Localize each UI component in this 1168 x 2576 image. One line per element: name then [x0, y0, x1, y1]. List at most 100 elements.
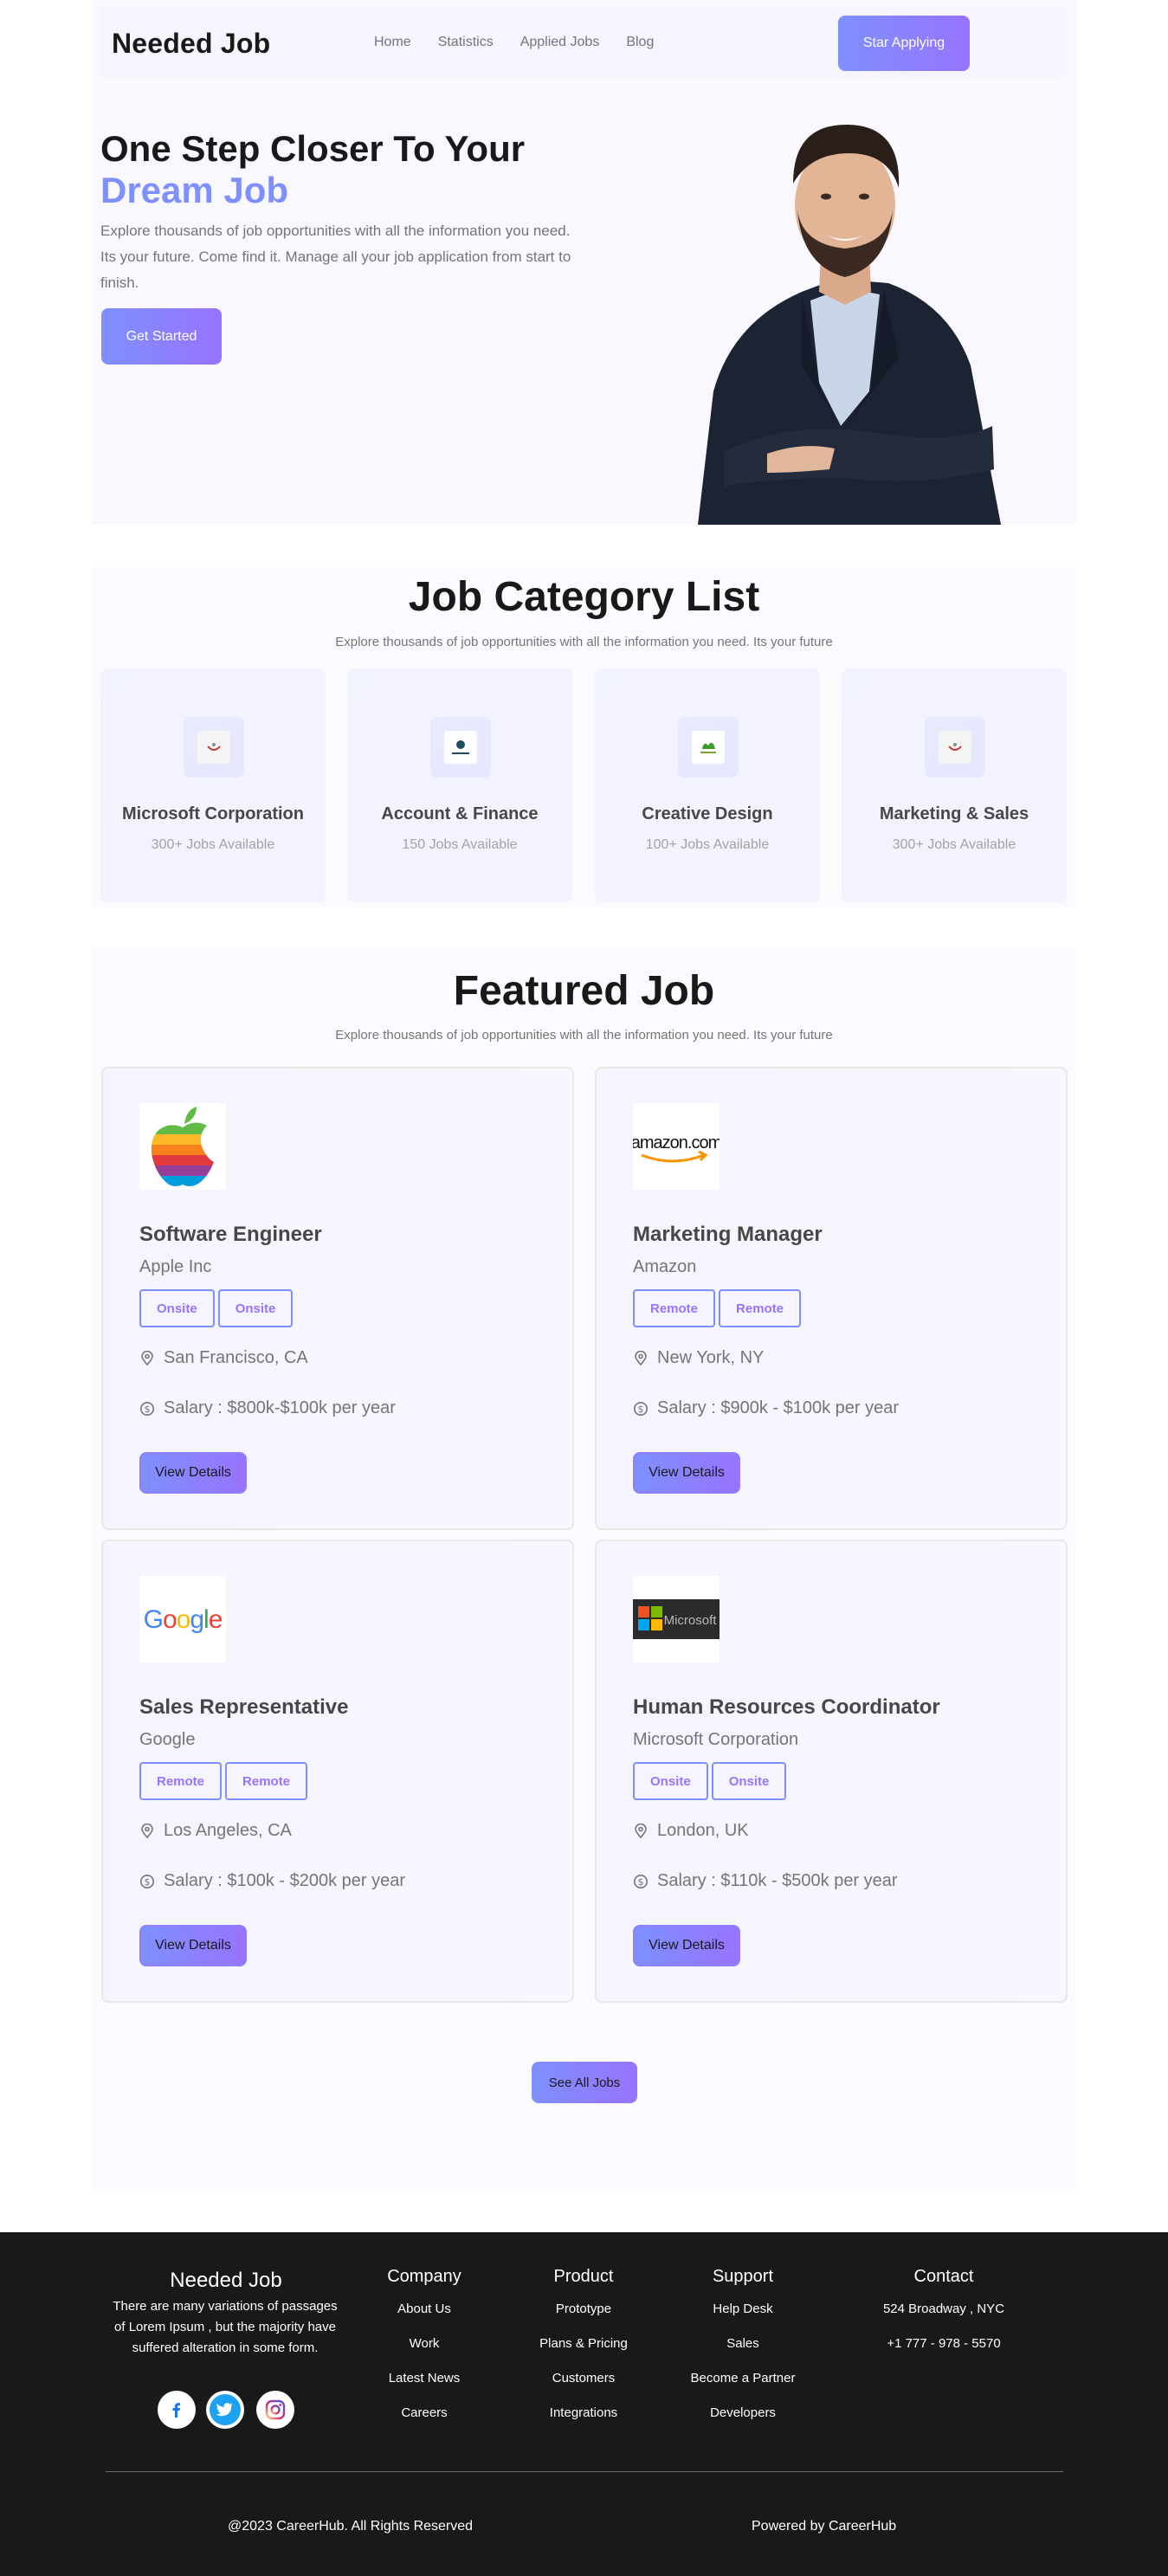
category-card[interactable]: Creative Design 100+ Jobs Available	[595, 668, 820, 902]
footer-link-become-partner[interactable]: Become a Partner	[674, 2361, 812, 2396]
job-tag: Remote	[225, 1762, 308, 1800]
footer-link-customers[interactable]: Customers	[523, 2361, 644, 2396]
job-location: San Francisco, CA	[139, 1348, 308, 1368]
footer-link-developers[interactable]: Developers	[674, 2396, 812, 2431]
job-title: Marketing Manager	[633, 1223, 823, 1246]
nav-statistics[interactable]: Statistics	[438, 35, 494, 50]
job-card: Microsoft Human Resources Coordinator Mi…	[595, 1540, 1068, 2003]
job-tag: Remote	[719, 1289, 802, 1327]
footer-link-about-us[interactable]: About Us	[381, 2292, 468, 2327]
job-salary: $ Salary : $800k-$100k per year	[139, 1398, 396, 1418]
job-salary-text: Salary : $110k - $500k per year	[657, 1871, 898, 1890]
featured-subtitle: Explore thousands of job opportunities w…	[335, 1028, 833, 1043]
google-logo-text: Google	[144, 1605, 223, 1634]
category-count: 100+ Jobs Available	[645, 837, 770, 852]
google-logo-icon: Google	[139, 1576, 226, 1662]
job-company: Apple Inc	[139, 1257, 212, 1276]
footer-col-title: Product	[553, 2267, 614, 2286]
location-pin-icon	[141, 1350, 153, 1365]
job-card: Google Sales Representative Google Remot…	[101, 1540, 574, 2003]
footer-link-sales[interactable]: Sales	[674, 2327, 812, 2361]
instagram-icon[interactable]	[256, 2391, 294, 2429]
job-card: amazon.com Marketing Manager Amazon Remo…	[595, 1067, 1068, 1530]
footer: Needed Job There are many variations of …	[0, 2232, 1168, 2576]
twitter-icon[interactable]	[206, 2391, 244, 2429]
start-applying-button[interactable]: Star Applying	[838, 16, 970, 71]
category-card[interactable]: Microsoft Corporation 300+ Jobs Availabl…	[100, 668, 326, 902]
job-tags: Onsite Onsite	[139, 1289, 294, 1327]
job-location: Los Angeles, CA	[139, 1821, 292, 1841]
footer-link-help-desk[interactable]: Help Desk	[674, 2292, 812, 2327]
hero-title-accent: Dream Job	[100, 170, 289, 210]
job-tags: Remote Remote	[633, 1289, 802, 1327]
location-pin-icon	[635, 1823, 647, 1838]
footer-contact-phone: +1 777 - 978 - 5570	[887, 2336, 1001, 2351]
category-subtitle: Explore thousands of job opportunities w…	[335, 635, 833, 649]
nav-home[interactable]: Home	[374, 35, 411, 50]
footer-link-latest-news[interactable]: Latest News	[381, 2361, 468, 2396]
footer-col-title: Contact	[913, 2267, 974, 2286]
job-card: Software Engineer Apple Inc Onsite Onsit…	[101, 1067, 574, 1530]
job-title: Human Resources Coordinator	[633, 1695, 940, 1719]
job-location-text: San Francisco, CA	[164, 1348, 308, 1367]
category-name: Account & Finance	[381, 804, 539, 823]
job-tag: Onsite	[139, 1289, 215, 1327]
see-all-jobs-button[interactable]: See All Jobs	[532, 2062, 637, 2103]
footer-powered-by: Powered by CareerHub	[752, 2519, 897, 2534]
get-started-button[interactable]: Get Started	[101, 308, 222, 365]
nav-blog[interactable]: Blog	[626, 35, 654, 50]
location-pin-icon	[635, 1350, 647, 1365]
category-name: Creative Design	[642, 804, 773, 823]
job-location-text: Los Angeles, CA	[164, 1821, 292, 1840]
job-title: Software Engineer	[139, 1223, 322, 1246]
category-count: 300+ Jobs Available	[892, 837, 1016, 852]
job-salary: $ Salary : $100k - $200k per year	[139, 1871, 405, 1891]
apple-logo-icon	[139, 1103, 226, 1190]
job-location: London, UK	[633, 1821, 749, 1841]
category-count: 300+ Jobs Available	[151, 837, 275, 852]
amazon-logo-icon: amazon.com	[633, 1103, 720, 1190]
top-navbar: Needed Job Home Statistics Applied Jobs …	[100, 7, 1068, 78]
hero-description: Explore thousands of job opportunities w…	[100, 223, 571, 291]
footer-col-title: Support	[712, 2267, 774, 2286]
dollar-circle-icon: $	[140, 1874, 154, 1888]
hero-person-image	[698, 124, 1001, 525]
view-details-button[interactable]: View Details	[139, 1452, 247, 1494]
svg-text:$: $	[145, 1876, 151, 1888]
footer-link-careers[interactable]: Careers	[381, 2396, 468, 2431]
nav-applied-jobs[interactable]: Applied Jobs	[520, 35, 600, 50]
category-name: Marketing & Sales	[879, 804, 1029, 823]
footer-col-title: Company	[387, 2267, 461, 2286]
job-tags: Remote Remote	[139, 1762, 308, 1800]
category-card[interactable]: Marketing & Sales 300+ Jobs Available	[842, 668, 1067, 902]
view-details-button[interactable]: View Details	[633, 1452, 740, 1494]
svg-text:$: $	[638, 1404, 644, 1415]
footer-col-company: Company About Us Work Latest News Career…	[381, 2267, 468, 2431]
marketing-logo-icon	[925, 717, 985, 778]
view-details-button[interactable]: View Details	[633, 1925, 740, 1966]
job-salary: $ Salary : $900k - $100k per year	[633, 1398, 899, 1418]
footer-col-support: Support Help Desk Sales Become a Partner…	[674, 2267, 812, 2431]
footer-col-product: Product Prototype Plans & Pricing Custom…	[523, 2267, 644, 2431]
category-count: 150 Jobs Available	[402, 837, 518, 852]
brand-logo[interactable]: Needed Job	[112, 28, 270, 60]
footer-link-plans-pricing[interactable]: Plans & Pricing	[523, 2327, 644, 2361]
job-title: Sales Representative	[139, 1695, 349, 1719]
job-company: Microsoft Corporation	[633, 1730, 799, 1749]
job-tag: Onsite	[711, 1762, 787, 1800]
category-card[interactable]: Account & Finance 150 Jobs Available	[347, 668, 572, 902]
footer-brand: Needed Job	[170, 2269, 282, 2292]
microsoft-logo-icon: Microsoft	[633, 1576, 720, 1662]
job-salary-text: Salary : $800k-$100k per year	[164, 1398, 396, 1417]
footer-description: There are many variations of passages of…	[113, 2299, 338, 2355]
footer-link-work[interactable]: Work	[381, 2327, 468, 2361]
footer-link-prototype[interactable]: Prototype	[523, 2292, 644, 2327]
facebook-icon[interactable]	[158, 2391, 196, 2429]
footer-link-integrations[interactable]: Integrations	[523, 2396, 644, 2431]
job-location-text: New York, NY	[657, 1348, 765, 1367]
view-details-button[interactable]: View Details	[139, 1925, 247, 1966]
footer-col-contact: Contact 524 Broadway , NYC +1 777 - 978 …	[866, 2267, 1022, 2361]
microsoft-logo-text: Microsoft	[664, 1613, 718, 1628]
job-company: Amazon	[633, 1257, 697, 1276]
job-tag: Remote	[139, 1762, 223, 1800]
